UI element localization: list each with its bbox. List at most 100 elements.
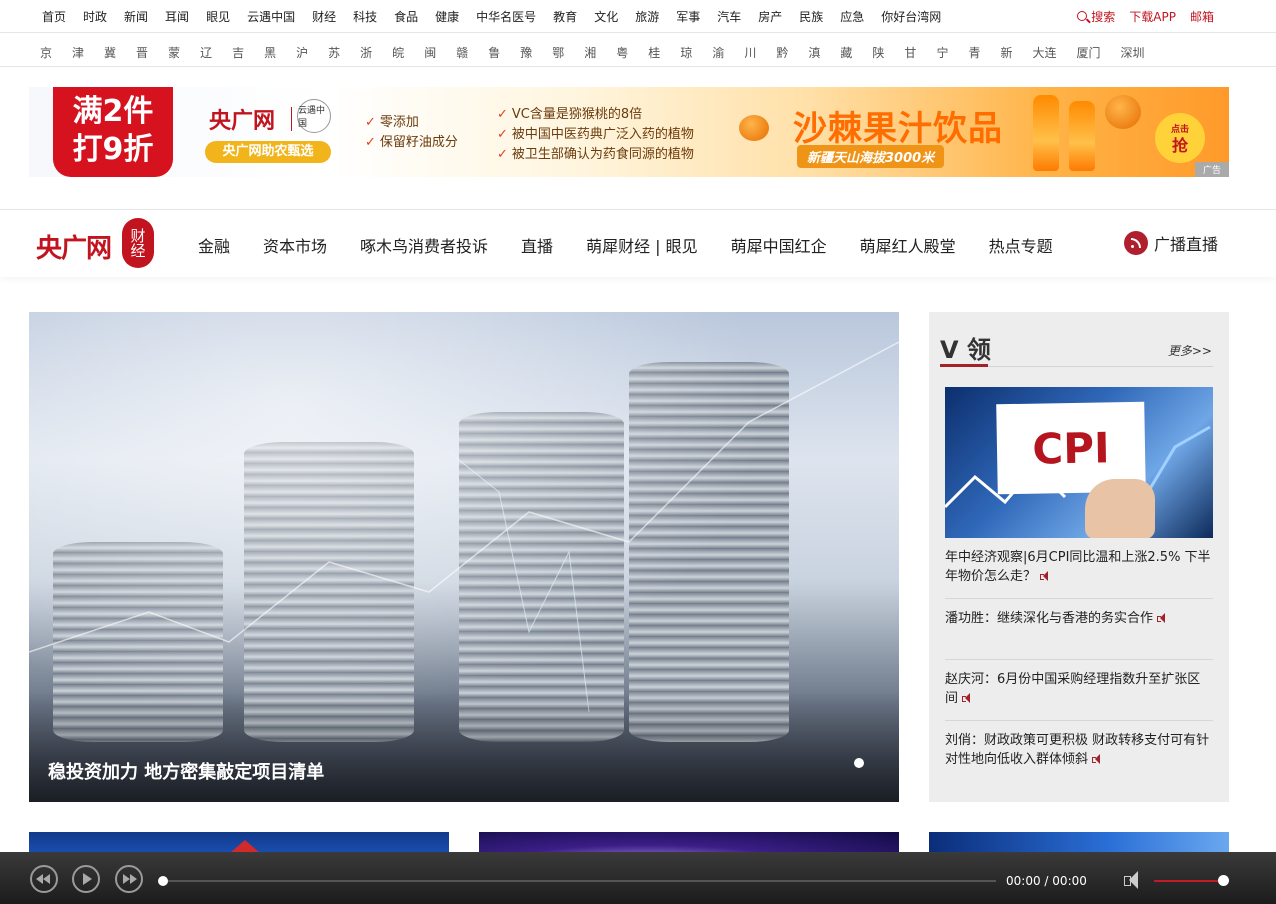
speaker-icon[interactable] [1092,754,1102,764]
volume-handle[interactable] [1218,875,1229,886]
sidebar-news-item[interactable]: 潘功胜：继续深化与香港的务实合作 [945,609,1213,628]
region-link[interactable]: 渝 [712,44,724,61]
region-link[interactable]: 鲁 [488,44,500,61]
menu-item-finance[interactable]: 金融 [198,233,230,257]
region-link[interactable]: 冀 [104,44,116,61]
region-link[interactable]: 津 [72,44,84,61]
region-link[interactable]: 鄂 [552,44,564,61]
news-title: 潘功胜：继续深化与香港的务实合作 [945,611,1154,626]
channel-link[interactable]: 文化 [594,8,618,25]
volume-slider[interactable] [1154,880,1224,882]
region-link[interactable]: 滇 [808,44,820,61]
ad-banner[interactable]: 满2件 打9折 央广网 云遇中国 央广网助农甄选 ✓ 零添加 ✓ 保留籽油成分 ✓ V… [29,87,1229,177]
region-link[interactable]: 晋 [136,44,148,61]
site-logo[interactable]: 央广网 [36,228,112,265]
channel-link[interactable]: 眼见 [206,8,230,25]
channel-link[interactable]: 食品 [394,8,418,25]
speaker-icon[interactable] [962,693,972,703]
fast-forward-icon[interactable] [115,865,143,893]
channel-link[interactable]: 民族 [799,8,823,25]
sidebar-news-item[interactable]: 年中经济观察|6月CPI同比温和上涨2.5% 下半年物价怎么走？ [945,548,1213,586]
region-link[interactable]: 蒙 [168,44,180,61]
region-link[interactable]: 陕 [872,44,884,61]
channel-link[interactable]: 应急 [840,8,864,25]
rewind-icon[interactable] [30,865,58,893]
region-link[interactable]: 皖 [392,44,404,61]
region-link[interactable]: 新 [1000,44,1012,61]
region-link[interactable]: 桂 [648,44,660,61]
region-link[interactable]: 湘 [584,44,596,61]
region-link[interactable]: 吉 [232,44,244,61]
menu-item-red-enterprise[interactable]: 萌犀中国红企 [731,233,827,257]
region-link[interactable]: 辽 [200,44,212,61]
region-link[interactable]: 沪 [296,44,308,61]
region-link[interactable]: 川 [744,44,756,61]
channel-link[interactable]: 首页 [42,8,66,25]
channel-link[interactable]: 云遇中国 [247,8,295,25]
region-link[interactable]: 黔 [776,44,788,61]
region-link[interactable]: 宁 [936,44,948,61]
speaker-icon[interactable] [1040,571,1050,581]
region-link[interactable]: 苏 [328,44,340,61]
region-link[interactable]: 赣 [456,44,468,61]
ad-feature: ✓ 保留籽油成分 [365,133,458,153]
menu-item-consumer-complaints[interactable]: 啄木鸟消费者投诉 [360,233,488,257]
region-link[interactable]: 豫 [520,44,532,61]
channel-links: 首页 时政 新闻 耳闻 眼见 云遇中国 财经 科技 食品 健康 中华名医号 教育… [42,8,958,25]
region-link[interactable]: 粤 [616,44,628,61]
check-icon: ✓ [497,127,508,142]
radio-live-link[interactable]: 广播直播 [1123,231,1218,255]
speaker-icon[interactable] [1157,613,1167,623]
channel-link[interactable]: 健康 [435,8,459,25]
hero-slide[interactable]: 稳投资加力 地方密集敲定项目清单 [29,312,899,802]
channel-link[interactable]: 你好台湾网 [881,8,941,25]
region-link[interactable]: 厦门 [1077,44,1101,61]
menu-item-hall-of-fame[interactable]: 萌犀红人殿堂 [860,233,956,257]
channel-link[interactable]: 教育 [553,8,577,25]
menu-item-hot-topics[interactable]: 热点专题 [989,233,1053,257]
menu-item-mengxi-finance[interactable]: 萌犀财经 | 眼见 [586,233,698,257]
channel-link[interactable]: 新闻 [124,8,148,25]
channel-link[interactable]: 科技 [353,8,377,25]
sidebar-news-item[interactable]: 赵庆河：6月份中国采购经理指数升至扩张区间 [945,670,1213,708]
region-link[interactable]: 京 [40,44,52,61]
region-link[interactable]: 黑 [264,44,276,61]
channel-link[interactable]: 房产 [758,8,782,25]
menu-item-capital-market[interactable]: 资本市场 [263,233,327,257]
region-link[interactable]: 闽 [424,44,436,61]
finance-seal[interactable]: 财经 [122,218,154,268]
more-link[interactable]: 更多>> [1168,342,1212,359]
play-icon[interactable] [72,865,100,893]
news-title: 刘俏：财政政策可更积极 财政转移支付可有针对性地向低收入群体倾斜 [945,733,1210,767]
volume-icon[interactable] [1124,871,1140,889]
region-link[interactable]: 甘 [904,44,916,61]
channel-link[interactable]: 军事 [676,8,700,25]
channel-link[interactable]: 财经 [312,8,336,25]
progress-handle[interactable] [158,876,168,886]
check-icon: ✓ [365,115,376,130]
channel-link[interactable]: 耳闻 [165,8,189,25]
divider [945,659,1213,660]
hero-caption[interactable]: 稳投资加力 地方密集敲定项目清单 [48,758,324,784]
ad-subhead: 新疆天山海拔3000米 [797,145,945,168]
download-app-link[interactable]: 下载APP [1129,8,1176,25]
sidebar-thumbnail[interactable]: CPI [945,387,1213,538]
region-link[interactable]: 青 [968,44,980,61]
ad-cta-button[interactable]: 点击 抢 [1155,113,1205,163]
channel-link[interactable]: 时政 [83,8,107,25]
region-link[interactable]: 大连 [1032,44,1056,61]
channel-link[interactable]: 中华名医号 [476,8,536,25]
region-link[interactable]: 琼 [680,44,692,61]
region-link[interactable]: 浙 [360,44,372,61]
channel-link[interactable]: 旅游 [635,8,659,25]
region-link[interactable]: 藏 [840,44,852,61]
region-link[interactable]: 深圳 [1121,44,1145,61]
menu-item-live[interactable]: 直播 [521,233,553,257]
search-link[interactable]: 搜索 [1077,8,1115,25]
mail-link[interactable]: 邮箱 [1190,8,1214,25]
carousel-dot[interactable] [854,758,864,768]
sidebar-news-item[interactable]: 刘俏：财政政策可更积极 财政转移支付可有针对性地向低收入群体倾斜 [945,731,1213,769]
time-total: 00:00 [1052,874,1087,888]
progress-track[interactable] [162,880,996,882]
channel-link[interactable]: 汽车 [717,8,741,25]
